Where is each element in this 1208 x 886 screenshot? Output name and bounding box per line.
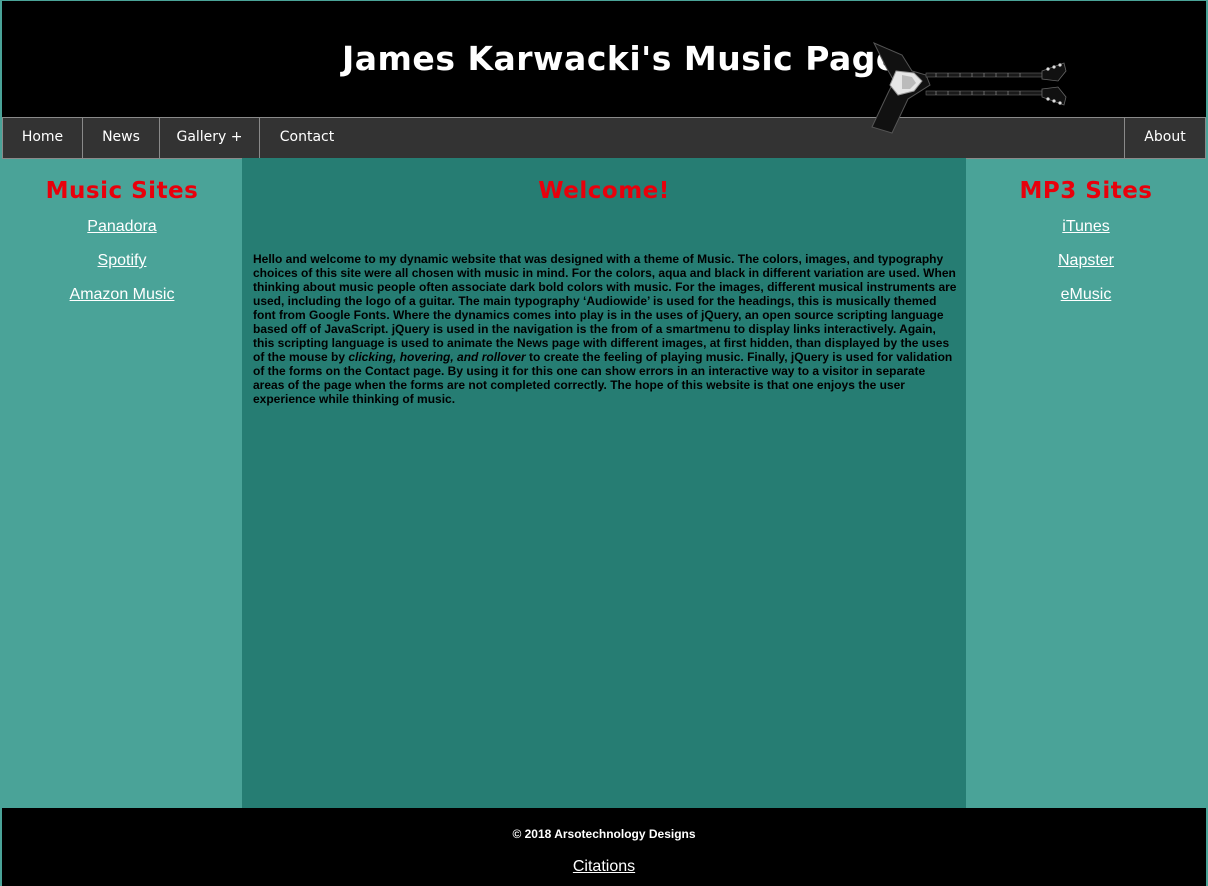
mp3-sites-sidebar: MP3 Sites iTunes Napster eMusic [966, 158, 1206, 808]
copyright-text: © 2018 Arsotechnology Designs [512, 827, 696, 841]
intro-text-1: Hello and welcome to my dynamic website … [253, 252, 957, 364]
page: James Karwacki's Music Page Home News Ga… [2, 1, 1206, 886]
site-title: James Karwacki's Music Page [342, 39, 899, 78]
nav-contact[interactable]: Contact [260, 118, 354, 158]
music-sites-heading: Music Sites [45, 178, 199, 204]
intro-paragraph: Hello and welcome to my dynamic website … [253, 252, 958, 406]
link-amazon-music[interactable]: Amazon Music [2, 286, 242, 304]
music-sites-sidebar: Music Sites Panadora Spotify Amazon Musi… [2, 158, 242, 808]
link-itunes[interactable]: iTunes [966, 218, 1206, 236]
site-footer: © 2018 Arsotechnology Designs Citations [2, 808, 1206, 886]
nav-gallery[interactable]: Gallery + [160, 118, 260, 158]
link-emusic[interactable]: eMusic [966, 286, 1206, 304]
main-content: Welcome! Hello and welcome to my dynamic… [242, 158, 966, 808]
intro-emphasis: clicking, hovering, and rollover [348, 350, 526, 364]
citations-link[interactable]: Citations [2, 858, 1206, 876]
link-napster[interactable]: Napster [966, 252, 1206, 270]
welcome-heading: Welcome! [538, 178, 670, 204]
link-panadora[interactable]: Panadora [2, 218, 242, 236]
nav-news[interactable]: News [83, 118, 160, 158]
nav-about[interactable]: About [1124, 118, 1206, 158]
mp3-sites-heading: MP3 Sites [1019, 178, 1153, 204]
guitar-icon [871, 42, 1067, 134]
nav-home[interactable]: Home [2, 118, 83, 158]
link-spotify[interactable]: Spotify [2, 252, 242, 270]
